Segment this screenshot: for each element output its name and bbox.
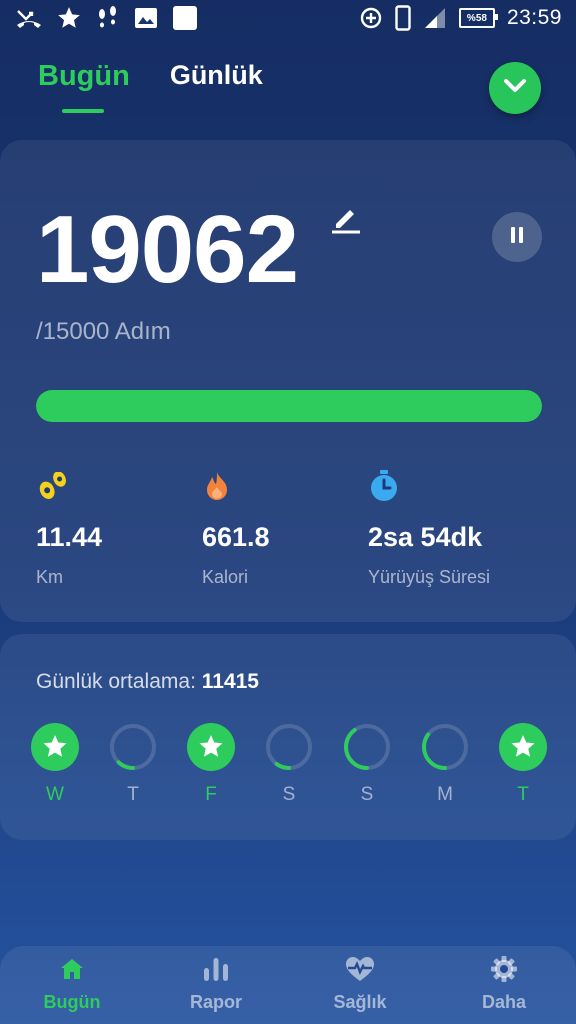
day-progress-ring: [420, 722, 470, 772]
day-5[interactable]: M: [420, 722, 470, 806]
stat-calories-label: Kalori: [202, 567, 249, 587]
stat-walk-time: 2sa 54dk Yürüyüş Süresi: [368, 469, 491, 588]
daily-average-card: Günlük ortalama: 11415 W T F S S M T: [0, 634, 576, 840]
nav-report-label: Rapor: [189, 992, 242, 1012]
day-1[interactable]: T: [108, 722, 158, 806]
day-label: F: [205, 784, 217, 805]
stat-calories-value: 661.8: [202, 522, 270, 552]
day-label: S: [360, 784, 374, 805]
steps-card: 19062 /15000 Adım 11.44 Km 661.8 Kalori …: [0, 140, 576, 622]
daily-average-value: 11415: [201, 670, 259, 693]
step-count: 19062: [36, 196, 299, 303]
nav-today[interactable]: Bugün: [0, 946, 144, 1024]
bar-chart-icon: [202, 956, 230, 987]
clock: 23:59: [506, 6, 562, 29]
stopwatch-icon: [368, 469, 400, 508]
day-goal-star-icon: [186, 722, 236, 772]
tab-active-indicator: [62, 109, 104, 113]
stat-calories: 661.8 Kalori: [202, 470, 270, 588]
footprints-icon: [96, 5, 120, 31]
status-bar: %58 23:59: [0, 0, 576, 40]
stat-walk-time-value: 2sa 54dk: [368, 522, 483, 552]
day-3[interactable]: S: [264, 722, 314, 806]
day-label: T: [517, 784, 529, 805]
missed-call-icon: [16, 7, 42, 29]
day-label: T: [127, 784, 139, 805]
tab-daily-label: Günlük: [169, 60, 263, 90]
tab-today-label: Bugün: [38, 60, 130, 92]
nav-health-label: Sağlık: [333, 992, 387, 1012]
day-label: M: [437, 784, 453, 805]
pause-icon: [509, 226, 525, 249]
edit-icon[interactable]: [330, 202, 362, 239]
chevron-down-icon: [502, 77, 528, 100]
day-label: W: [46, 784, 64, 805]
expand-button[interactable]: [489, 62, 541, 114]
heart-pulse-icon: [345, 956, 375, 987]
tab-today[interactable]: Bugün: [38, 60, 130, 113]
battery-icon: %58: [458, 8, 498, 28]
data-saver-icon: [359, 6, 383, 30]
day-0[interactable]: W: [30, 722, 80, 806]
stat-distance-value: 11.44: [36, 522, 103, 552]
day-label: S: [282, 784, 296, 805]
stat-distance-label: Km: [36, 567, 63, 587]
image-icon: [134, 7, 158, 29]
daily-average-label: Günlük ortalama:: [36, 670, 202, 693]
nav-more[interactable]: Daha: [432, 946, 576, 1024]
footprints-icon: [36, 470, 72, 505]
day-progress-ring: [342, 722, 392, 772]
step-goal: /15000 Adım: [36, 318, 171, 345]
stat-distance: 11.44 Km: [36, 470, 102, 588]
home-icon: [59, 957, 85, 986]
battery-level: %58: [458, 8, 498, 28]
flame-icon: [202, 470, 232, 507]
stat-walk-time-label: Yürüyüş Süresi: [368, 567, 491, 587]
daily-average: Günlük ortalama: 11415: [36, 670, 259, 694]
day-progress-ring: [108, 722, 158, 772]
signal-icon: [423, 6, 447, 30]
pause-button[interactable]: [492, 212, 542, 262]
step-progress-fill: [36, 390, 542, 422]
day-goal-star-icon: [498, 722, 548, 772]
day-progress-ring: [264, 722, 314, 772]
tab-daily[interactable]: Günlük: [170, 60, 263, 93]
step-progress-bar: [36, 390, 542, 422]
phone-icon: [395, 5, 411, 31]
nav-today-label: Bugün: [43, 992, 101, 1012]
nav-more-label: Daha: [481, 992, 526, 1012]
nav-health[interactable]: Sağlık: [288, 946, 432, 1024]
blank-notification-icon: [172, 5, 198, 31]
bottom-nav: Bugün Rapor Sağlık Daha: [0, 946, 576, 1024]
day-4[interactable]: S: [342, 722, 392, 806]
star-icon: [56, 5, 82, 31]
day-2[interactable]: F: [186, 722, 236, 806]
gear-icon: [490, 955, 518, 988]
day-6[interactable]: T: [498, 722, 548, 806]
top-tabs: Bugün Günlük: [38, 60, 263, 113]
nav-report[interactable]: Rapor: [144, 946, 288, 1024]
day-goal-star-icon: [30, 722, 80, 772]
